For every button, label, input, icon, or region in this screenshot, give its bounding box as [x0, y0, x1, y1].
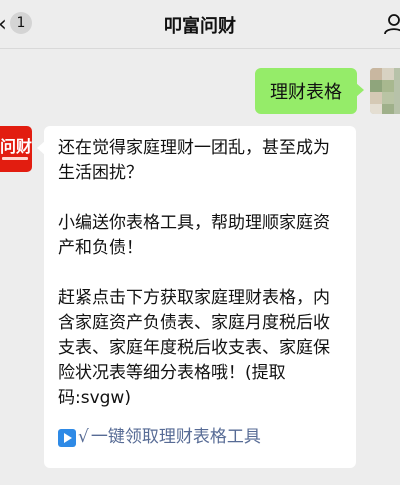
check-mark: √ — [78, 427, 89, 447]
incoming-message-bubble: 还在觉得家庭理财一团乱，甚至成为生活困扰？ 小编送你表格工具，帮助理顺家庭资产和… — [37, 126, 356, 468]
outgoing-message-bubble[interactable]: 理财表格 — [255, 68, 364, 114]
sender-logo-underline — [2, 157, 28, 160]
top-bar: ‹ 1 叩富问财 — [0, 0, 400, 49]
back-chevron-icon: ‹ — [0, 14, 7, 36]
claim-tool-link[interactable]: √ 一键领取理财表格工具 — [58, 425, 342, 450]
claim-tool-link-text: 一键领取理财表格工具 — [90, 427, 261, 447]
sender-avatar[interactable]: 问财 — [0, 126, 32, 172]
message-paragraph: 小编送你表格工具，帮助理顺家庭资产和负债！ — [58, 213, 330, 258]
message-paragraph: 还在觉得家庭理财一团乱，甚至成为生活困扰？ — [58, 138, 330, 183]
my-avatar[interactable] — [370, 68, 400, 114]
outgoing-message-text: 理财表格 — [270, 82, 342, 103]
play-icon — [58, 428, 76, 447]
message-paragraph: 赶紧点击下方获取家庭理财表格，内含家庭资产负债表、家庭月度税后收支表、家庭年度税… — [58, 288, 330, 408]
unread-count-badge[interactable]: 1 — [10, 12, 32, 34]
profile-icon[interactable] — [382, 12, 400, 36]
sender-logo-text: 问财 — [0, 137, 32, 156]
chat-title: 叩富问财 — [164, 16, 236, 37]
